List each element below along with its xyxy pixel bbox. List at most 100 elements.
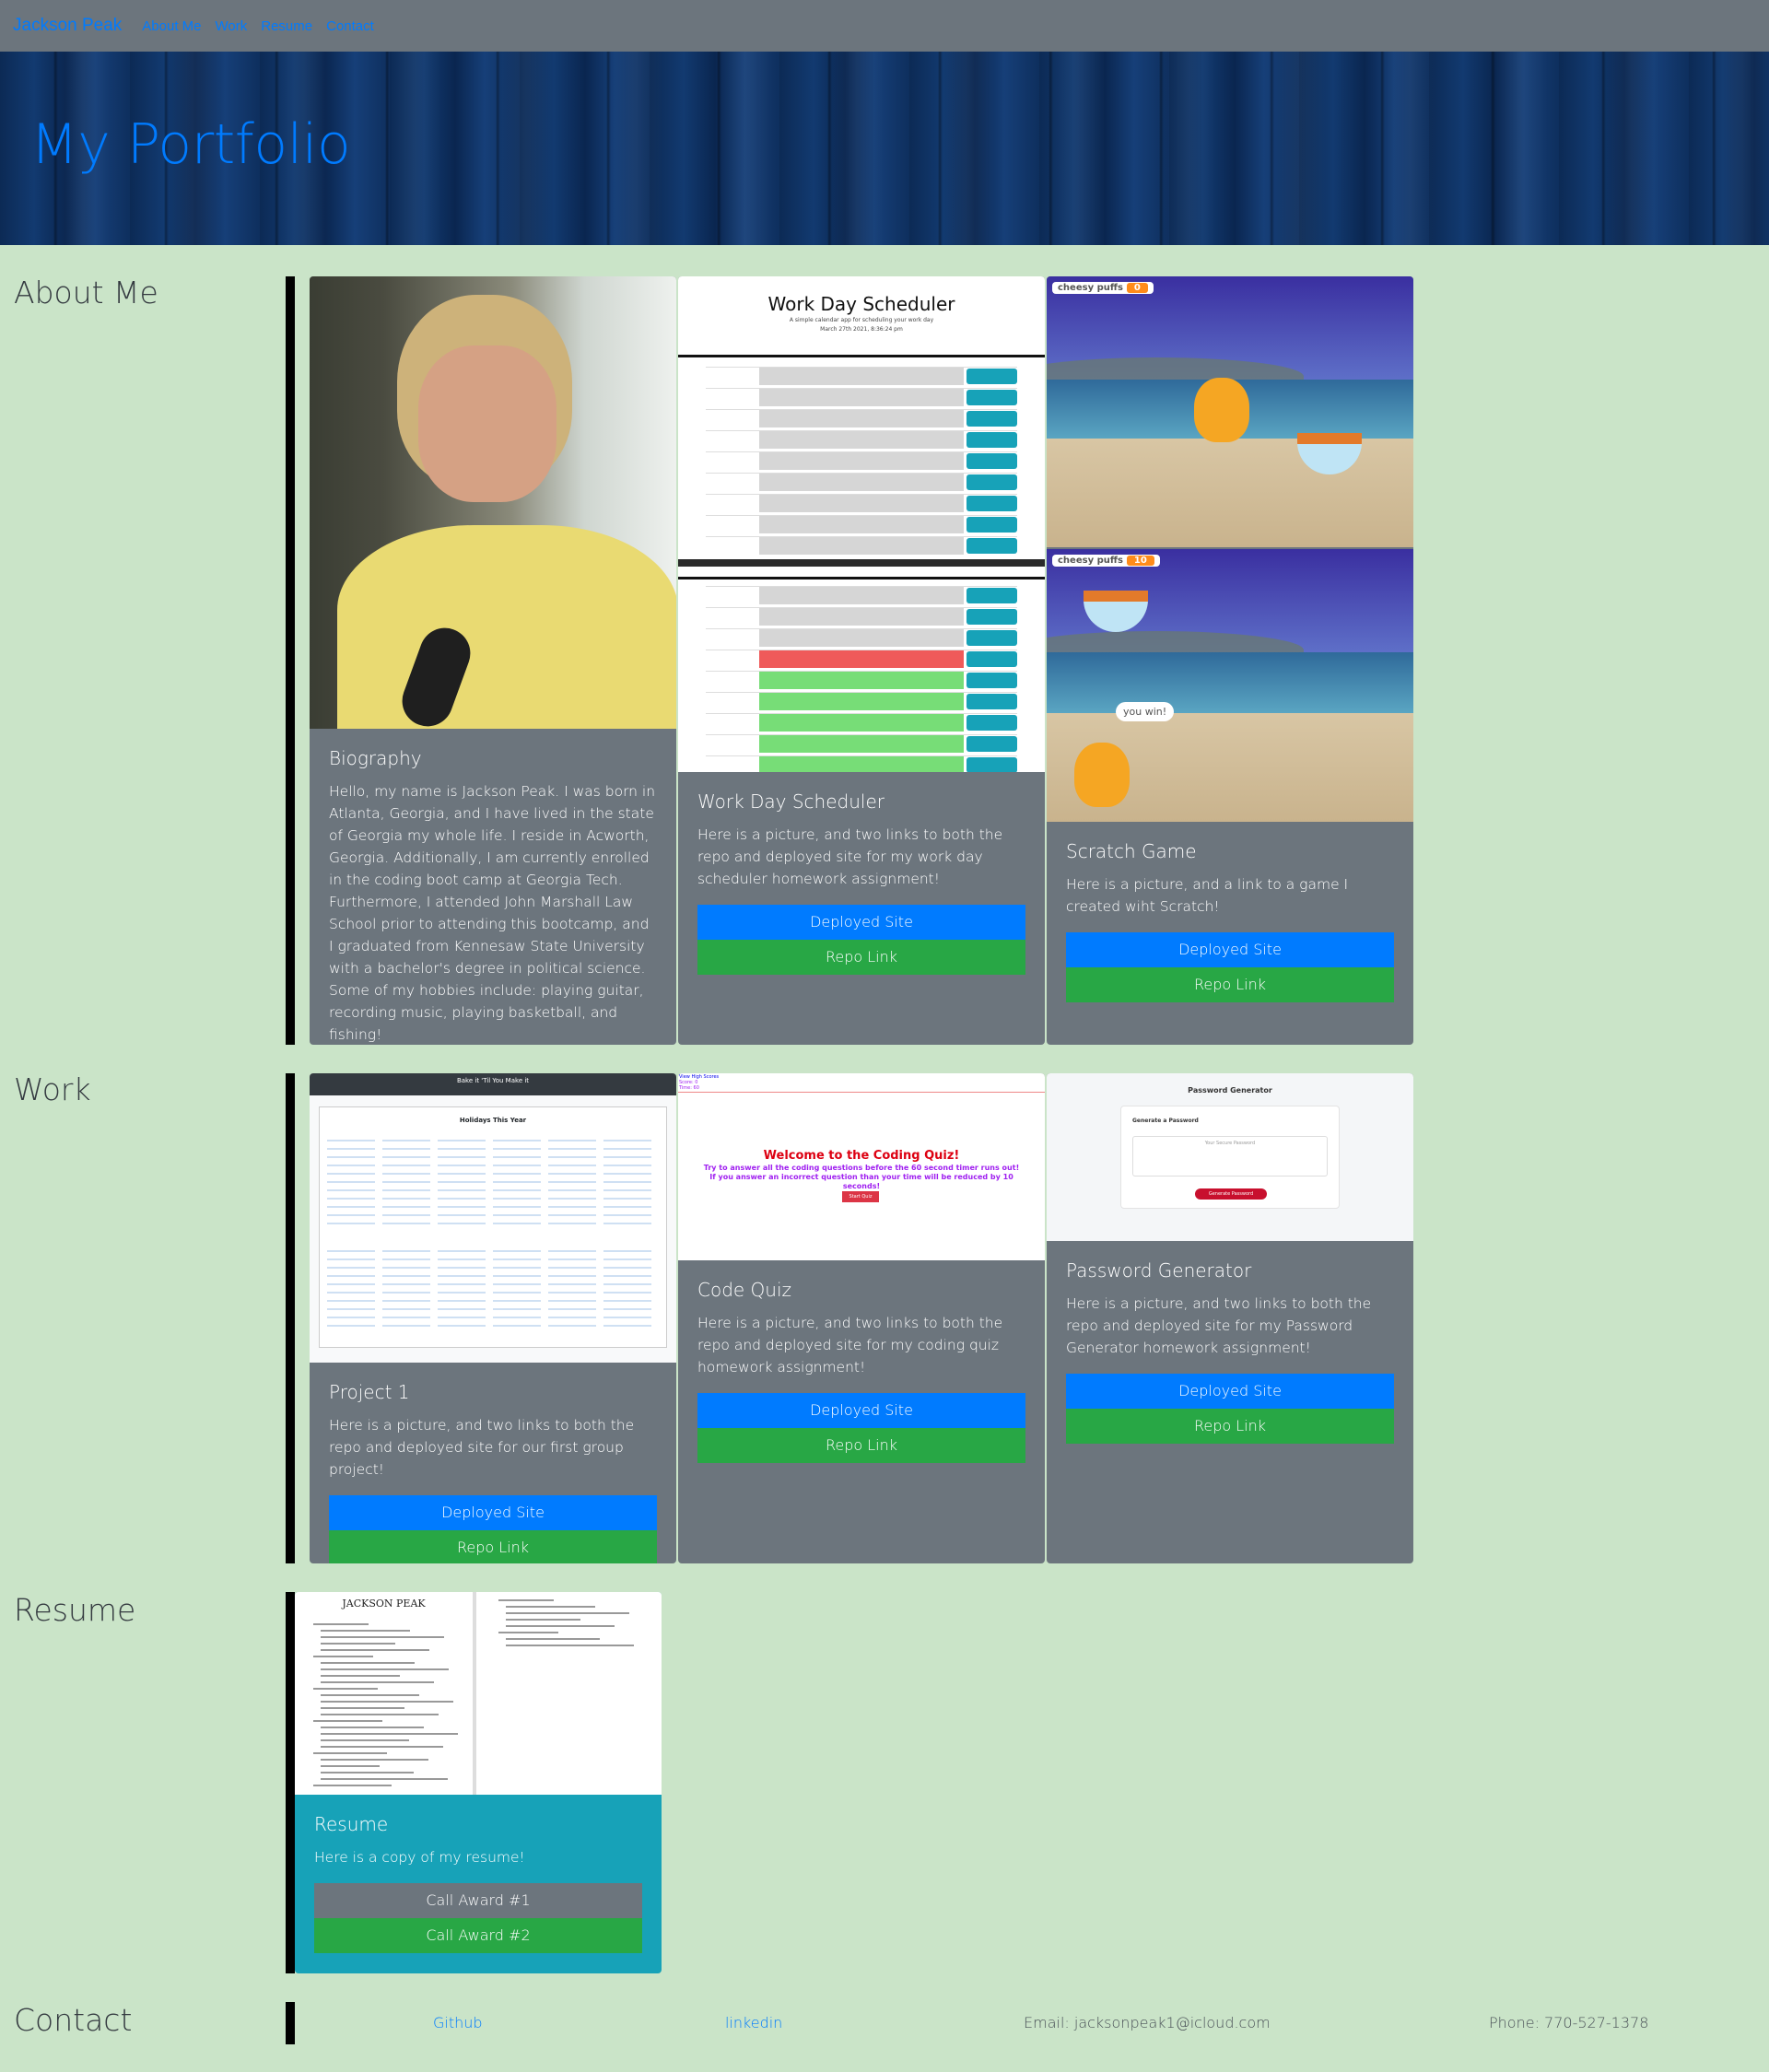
quiz-title: Code Quiz <box>697 1279 792 1301</box>
resume-text-line <box>313 1720 382 1722</box>
resume-body: Resume Here is a copy of my resume! Call… <box>314 1813 642 1953</box>
resume-text-line <box>321 1636 444 1638</box>
nav-brand[interactable]: Jackson Peak <box>13 16 122 36</box>
quiz-img-heading: Welcome to the Coding Quiz! <box>763 1149 960 1163</box>
quiz-deployed-button[interactable]: Deployed Site <box>697 1393 1025 1428</box>
resume-text-line <box>506 1612 629 1614</box>
award-1-button[interactable]: Call Award #1 <box>314 1883 642 1918</box>
project1-img-heading: Holidays This Year <box>459 1117 527 1124</box>
scratch-screenshot-2: cheesy puffs 10 you win! <box>1047 549 1413 822</box>
project1-screenshot: Bake it 'Til You Make it Holidays This Y… <box>310 1073 676 1363</box>
scheduler-title: Work Day Scheduler <box>697 790 884 813</box>
section-title-contact: Contact <box>14 2002 133 2038</box>
scratch-repo-button[interactable]: Repo Link <box>1066 967 1394 1002</box>
calendar-month-block <box>327 1244 375 1327</box>
linkedin-link[interactable]: linkedin <box>725 2014 782 2031</box>
nav-link-about[interactable]: About Me <box>142 18 201 34</box>
password-deployed-button[interactable]: Deployed Site <box>1066 1374 1394 1409</box>
nav-link-work[interactable]: Work <box>216 18 248 34</box>
resume-text-line <box>321 1694 419 1696</box>
password-card: Password Generator Generate a Password Y… <box>1047 1073 1413 1563</box>
calendar-month-block <box>548 1133 596 1225</box>
resume-text-line <box>498 1632 558 1633</box>
photo-face <box>418 345 556 502</box>
password-repo-button[interactable]: Repo Link <box>1066 1409 1394 1444</box>
section-divider <box>286 2002 295 2044</box>
biography-card: Biography Hello, my name is Jackson Peak… <box>310 276 676 1045</box>
biography-text: Hello, my name is Jackson Peak. I was bo… <box>329 783 656 1043</box>
scheduler-row <box>706 628 1017 647</box>
resume-text-line <box>321 1778 448 1780</box>
scheduler-row <box>706 388 1017 406</box>
scheduler-row <box>706 713 1017 732</box>
resume-text-line <box>321 1707 404 1709</box>
scratch-score-1: cheesy puffs 0 <box>1052 282 1154 294</box>
calendar-month-block <box>603 1244 651 1327</box>
project1-deployed-button[interactable]: Deployed Site <box>329 1495 657 1530</box>
section-title-about: About Me <box>14 275 158 310</box>
scheduler-row <box>706 473 1017 491</box>
award-2-button[interactable]: Call Award #2 <box>314 1918 642 1953</box>
scheduler-img-title: Work Day Scheduler <box>767 293 955 315</box>
resume-text-line <box>313 1688 378 1690</box>
project1-card: Bake it 'Til You Make it Holidays This Y… <box>310 1073 676 1563</box>
scheduler-row <box>706 755 1017 772</box>
resume-text-line <box>506 1645 634 1646</box>
section-title-resume: Resume <box>14 1592 136 1628</box>
scheduler-row <box>706 692 1017 710</box>
resume-text-line <box>321 1662 415 1664</box>
resume-text-line <box>321 1668 449 1670</box>
section-divider <box>286 276 295 1045</box>
calendar-month-block <box>603 1133 651 1225</box>
scheduler-row <box>706 451 1017 470</box>
resume-text-line <box>321 1714 439 1715</box>
resume-title: Resume <box>314 1813 389 1835</box>
scheduler-row <box>706 494 1017 512</box>
quiz-repo-button[interactable]: Repo Link <box>697 1428 1025 1463</box>
biography-body: Biography Hello, my name is Jackson Peak… <box>329 747 657 1045</box>
scheduler-row <box>706 367 1017 385</box>
scratch-deployed-button[interactable]: Deployed Site <box>1066 932 1394 967</box>
scheduler-row <box>706 671 1017 689</box>
resume-text-line <box>321 1643 395 1645</box>
hero-banner: My Portfolio <box>0 52 1769 245</box>
quiz-screenshot: View High Scores Score: 0 Time: 60 Welco… <box>678 1073 1045 1260</box>
section-title-work: Work <box>14 1071 91 1107</box>
project1-body: Project 1 Here is a picture, and two lin… <box>329 1381 657 1563</box>
section-divider <box>286 1592 295 1973</box>
scratch-title: Scratch Game <box>1066 840 1197 862</box>
password-img-button: Generate Password <box>1195 1188 1267 1200</box>
scheduler-img-rule-2 <box>678 577 1045 579</box>
quiz-img-time: Time: 60 <box>679 1085 699 1091</box>
resume-page-1: JACKSON PEAK <box>295 1592 476 1795</box>
nav-link-contact[interactable]: Contact <box>326 18 374 34</box>
resume-text-line <box>321 1759 428 1761</box>
scheduler-img-taskbar <box>678 559 1045 567</box>
project1-repo-button[interactable]: Repo Link <box>329 1530 657 1563</box>
nav-link-resume[interactable]: Resume <box>261 18 312 34</box>
resume-text-line <box>506 1625 615 1627</box>
scratch-cat-icon <box>1194 378 1249 442</box>
project1-title: Project 1 <box>329 1381 410 1403</box>
contact-phone: Phone: 770-527-1378 <box>1489 2014 1649 2031</box>
project1-img-calendar: Holidays This Year <box>319 1106 667 1348</box>
scratch-card: cheesy puffs 0 cheesy puffs 10 you win! Sc… <box>1047 276 1413 1045</box>
scheduler-repo-button[interactable]: Repo Link <box>697 940 1025 975</box>
resume-text-line <box>321 1746 443 1748</box>
scheduler-deployed-button[interactable]: Deployed Site <box>697 905 1025 940</box>
resume-text-line <box>313 1752 387 1754</box>
calendar-month-block <box>493 1133 541 1225</box>
resume-text-line <box>321 1701 453 1703</box>
biography-title: Biography <box>329 747 422 769</box>
scheduler-row <box>706 536 1017 555</box>
scheduler-row <box>706 650 1017 668</box>
calendar-month-block <box>382 1133 430 1225</box>
resume-page-2 <box>480 1592 662 1795</box>
calendar-month-block <box>438 1133 486 1225</box>
scheduler-img-subtitle: A simple calendar app for scheduling you… <box>789 317 934 323</box>
scheduler-text: Here is a picture, and two links to both… <box>697 826 1003 887</box>
password-img-title: Password Generator <box>1188 1086 1272 1095</box>
github-link[interactable]: Github <box>433 2014 483 2031</box>
quiz-text: Here is a picture, and two links to both… <box>697 1315 1003 1375</box>
resume-text-line <box>321 1772 414 1773</box>
